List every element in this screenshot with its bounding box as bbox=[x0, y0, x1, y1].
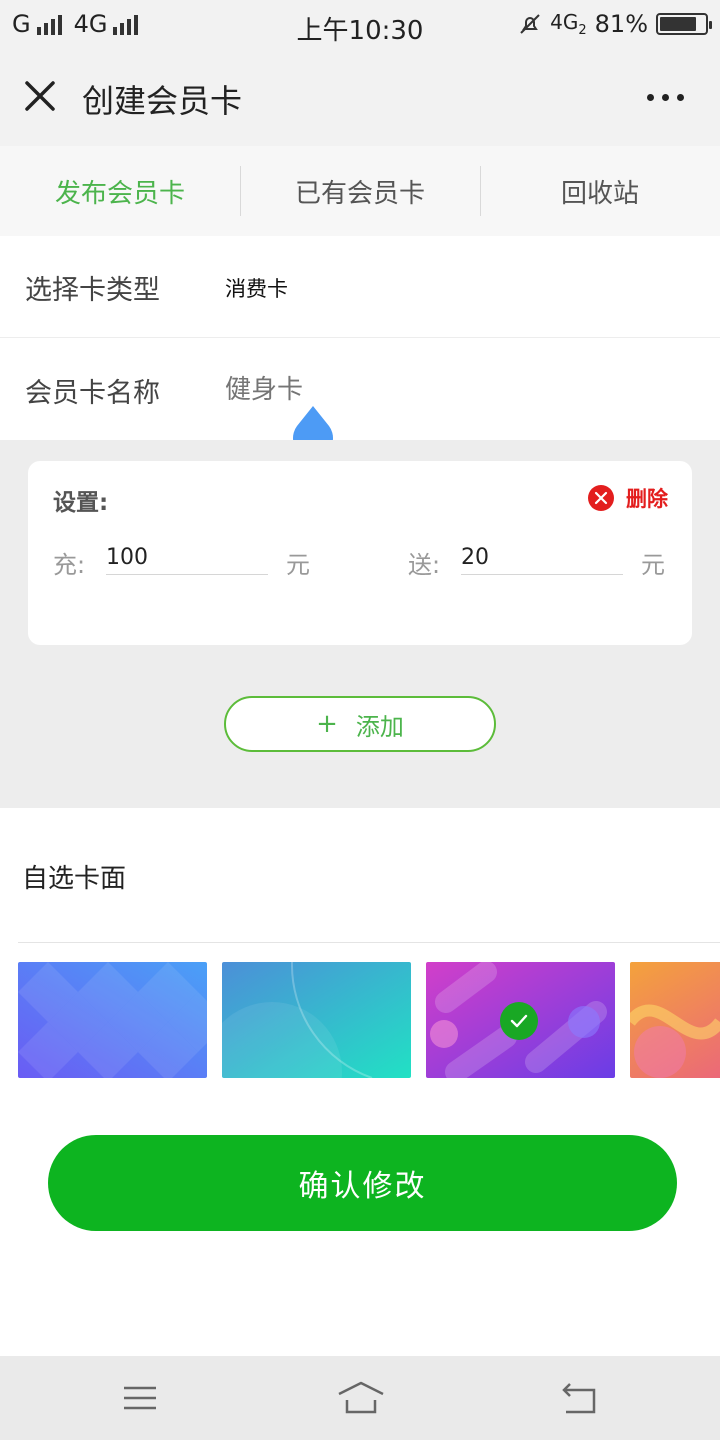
confirm-button[interactable]: 确认修改 bbox=[48, 1135, 677, 1231]
system-nav-bar bbox=[0, 1356, 720, 1440]
card-face-title: 自选卡面 bbox=[22, 864, 127, 894]
settings-title: 设置: bbox=[53, 490, 109, 516]
settings-card: 设置: 删除 充: 元 送: 元 bbox=[28, 461, 692, 645]
card-face-option-1[interactable] bbox=[18, 962, 207, 1078]
card-name-label: 会员卡名称 bbox=[25, 377, 160, 409]
plus-icon: + bbox=[316, 709, 338, 739]
nav-bar: 创建会员卡 bbox=[0, 50, 720, 146]
battery-percent: 81% bbox=[594, 10, 648, 38]
page-title: 创建会员卡 bbox=[82, 82, 243, 120]
add-label: 添加 bbox=[355, 712, 404, 741]
delete-icon bbox=[588, 485, 614, 511]
charge-label: 充: bbox=[53, 551, 86, 579]
tab-publish-card[interactable]: 发布会员卡 bbox=[0, 146, 240, 236]
battery-icon bbox=[656, 13, 712, 35]
card-name-input[interactable] bbox=[225, 375, 525, 405]
bonus-unit: 元 bbox=[641, 551, 665, 579]
bonus-label: 送: bbox=[408, 551, 441, 579]
card-type-row[interactable]: 选择卡类型 消费卡 bbox=[0, 238, 720, 338]
more-icon[interactable] bbox=[647, 94, 684, 101]
add-button[interactable]: + 添加 bbox=[224, 696, 496, 752]
network-type: 4G2 bbox=[550, 9, 587, 38]
charge-unit: 元 bbox=[286, 551, 310, 579]
selected-check-icon bbox=[500, 1002, 538, 1040]
card-type-label: 选择卡类型 bbox=[25, 275, 160, 306]
mute-bell-icon bbox=[520, 14, 540, 34]
status-bar: G 4G 上午10:30 4G2 81% bbox=[0, 0, 720, 50]
back-icon[interactable] bbox=[558, 1378, 602, 1418]
home-icon[interactable] bbox=[336, 1378, 386, 1418]
tab-recycle-bin[interactable]: 回收站 bbox=[480, 146, 720, 236]
close-icon[interactable] bbox=[22, 78, 58, 114]
card-face-option-3[interactable] bbox=[426, 962, 615, 1078]
menu-icon[interactable] bbox=[118, 1378, 162, 1418]
tab-bar: 发布会员卡 已有会员卡 回收站 bbox=[0, 146, 720, 236]
delete-label: 删除 bbox=[626, 487, 668, 511]
delete-button[interactable]: 删除 bbox=[588, 483, 668, 513]
card-face-option-4[interactable] bbox=[630, 962, 720, 1078]
card-type-value[interactable]: 消费卡 bbox=[225, 273, 288, 303]
card-face-option-2[interactable] bbox=[222, 962, 411, 1078]
card-face-list bbox=[18, 962, 720, 1080]
tab-existing-cards[interactable]: 已有会员卡 bbox=[240, 146, 480, 236]
card-name-row: 会员卡名称 bbox=[0, 340, 720, 440]
charge-amount-input[interactable] bbox=[106, 541, 268, 575]
settings-area: 设置: 删除 充: 元 送: 元 + 添加 bbox=[0, 440, 720, 808]
bonus-amount-input[interactable] bbox=[461, 541, 623, 575]
divider bbox=[18, 942, 720, 943]
